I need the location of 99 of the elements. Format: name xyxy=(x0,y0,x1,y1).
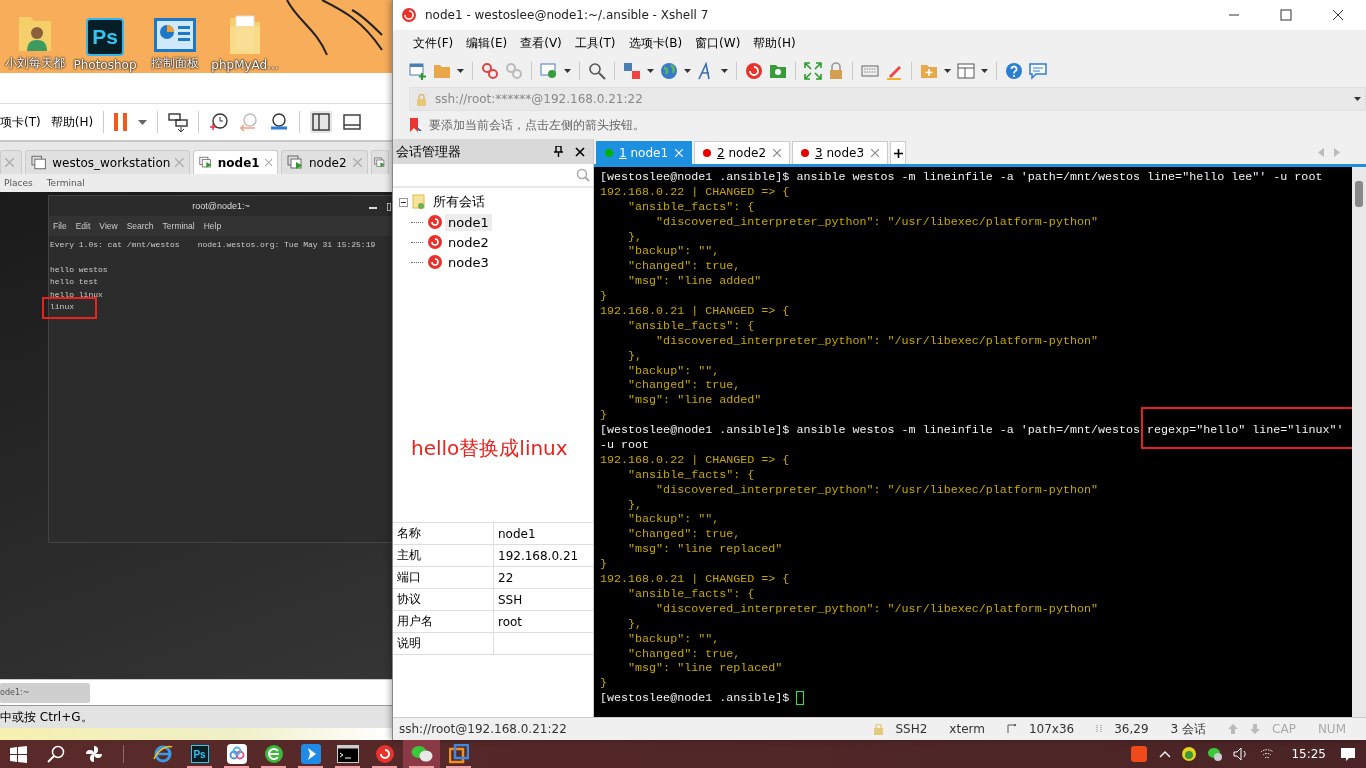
output-line: "ansible_facts": { xyxy=(627,467,755,482)
terminal-menu-item[interactable]: View xyxy=(99,221,118,231)
property-name: 名称 xyxy=(393,523,494,544)
output-line: 192.168.0.22 | CHANGED => { xyxy=(600,184,790,199)
output-line: }, xyxy=(627,348,643,363)
hint-text: 要添加当前会话，点击左侧的箭头按钮。 xyxy=(429,116,645,134)
menu-item[interactable]: 项卡(T) xyxy=(0,113,41,131)
property-value: 22 xyxy=(497,569,515,587)
output-line: } xyxy=(600,676,607,691)
taskbar-app[interactable]: Ps xyxy=(181,740,218,768)
output-line: "changed": true, xyxy=(627,378,741,393)
output-line: }, xyxy=(627,616,643,631)
output-line: "backup": "", xyxy=(627,244,720,259)
menu-item[interactable]: 工具(T) xyxy=(574,35,616,52)
output-line: "msg": "line added" xyxy=(627,393,762,408)
menu-item[interactable]: 帮助(H) xyxy=(50,113,94,131)
session-tab[interactable]: 2 node2 xyxy=(694,141,790,164)
output-line: "backup": "", xyxy=(627,363,720,378)
property-name: 协议 xyxy=(393,589,494,610)
menu-item[interactable]: 编辑(E) xyxy=(466,35,508,52)
tree-item[interactable]: node2 xyxy=(445,233,492,251)
output-line: "discovered_interpreter_python": "/usr/libexec/platform-python" xyxy=(655,601,1098,616)
output-line: "backup": "", xyxy=(627,512,720,527)
menu-item[interactable]: 窗口(W) xyxy=(695,35,741,52)
prompt-line: [westoslee@node1 .ansible]$ xyxy=(600,691,791,706)
status-num: NUM xyxy=(1317,722,1346,736)
output-line: hello linux xyxy=(50,289,103,299)
output-line: 192.168.0.21 | CHANGED => { xyxy=(600,572,790,587)
output-line: "ansible_facts": { xyxy=(627,586,755,601)
output-line: "ansible_facts": { xyxy=(627,318,755,333)
property-name: 用户名 xyxy=(393,611,494,632)
tree-item[interactable]: 所有会话 xyxy=(430,192,488,212)
menu-item[interactable]: 选项卡(B) xyxy=(628,35,683,52)
photoshop-icon[interactable]: Ps xyxy=(86,18,124,56)
status-terminal-type: xterm xyxy=(949,722,985,736)
output-line: }, xyxy=(627,229,643,244)
console-tab[interactable]: ode1:~ xyxy=(0,682,90,703)
output-line: "msg": "line replaced" xyxy=(627,661,783,676)
status-sessions: 3 会话 xyxy=(1170,720,1207,738)
command-line: [westoslee@node1 .ansible]$ ansible westos -m lineinfile -a 'path=/mnt/westos line="hello lee"' -u root xyxy=(600,170,1323,184)
property-value: SSH xyxy=(497,591,524,609)
output-line: "changed": true, xyxy=(627,259,741,274)
watch-host-time: node1.westos.org: Tue May 31 15:25:19 xyxy=(197,239,376,251)
output-line: hello test xyxy=(50,277,98,286)
menu-item[interactable]: 帮助(H) xyxy=(753,35,796,52)
output-line: "ansible_facts": { xyxy=(627,199,755,214)
output-line: "msg": "line replaced" xyxy=(627,542,783,557)
output-line: "discovered_interpreter_python": "/usr/libexec/platform-python" xyxy=(655,482,1098,497)
clock[interactable]: 15:25 xyxy=(1291,747,1326,761)
terminal-window-title: root@node1:~ xyxy=(192,201,250,211)
annotation-text: hello替换成linux xyxy=(411,435,569,462)
property-value: 192.168.0.21 xyxy=(497,547,580,565)
output-line: "backup": "", xyxy=(627,631,720,646)
property-name: 端口 xyxy=(393,567,494,588)
terminal-menu-item[interactable]: Help xyxy=(203,221,222,231)
property-name: 说明 xyxy=(393,633,494,654)
output-line: } xyxy=(600,557,607,572)
status-message: 中或按 Ctrl+G。 xyxy=(0,708,93,726)
session-tab[interactable]: 3 node3 xyxy=(792,141,888,164)
property-name: 主机 xyxy=(393,545,494,566)
status-protocol: SSH2 xyxy=(895,722,928,736)
output-line: "discovered_interpreter_python": "/usr/libexec/platform-python" xyxy=(655,214,1098,229)
photoshop-icon: Ps xyxy=(190,745,209,763)
menu-item[interactable]: 查看(V) xyxy=(520,35,562,52)
property-value: root xyxy=(497,613,524,631)
terminal-menu-item[interactable]: Edit xyxy=(75,221,91,231)
status-cursor: 36,29 xyxy=(1114,722,1149,736)
gnome-menu-item[interactable]: Places xyxy=(4,178,33,188)
command-line: -u root xyxy=(600,438,650,453)
status-address: ssh://root@192.168.0.21:22 xyxy=(399,722,567,736)
property-value: node1 xyxy=(497,525,537,543)
vm-tab[interactable]: westos_workstation xyxy=(25,150,190,174)
output-line: } xyxy=(600,289,607,304)
menu-item[interactable]: 文件(F) xyxy=(413,35,454,52)
gnome-menu-item[interactable]: Terminal xyxy=(46,178,85,188)
output-line: } xyxy=(600,408,607,423)
output-line: "msg": "line added" xyxy=(627,274,762,289)
tree-item[interactable]: node1 xyxy=(445,213,492,231)
status-size: 107x36 xyxy=(1028,722,1075,736)
watch-command: Every 1.0s: cat /mnt/westos xyxy=(50,239,180,251)
vm-tab[interactable]: node2 xyxy=(281,150,368,174)
output-line: "changed": true, xyxy=(627,527,741,542)
panel-title: 会话管理器 xyxy=(396,142,462,161)
output-line: }, xyxy=(627,497,643,512)
output-line: hello westos xyxy=(50,264,108,274)
vm-tab[interactable]: node1 xyxy=(193,150,278,174)
output-line: "discovered_interpreter_python": "/usr/libexec/platform-python" xyxy=(655,333,1098,348)
tree-item[interactable]: node3 xyxy=(445,253,492,271)
highlighted-text: regexp="hello" line="linux"' xyxy=(1147,423,1344,438)
terminal-menu-item[interactable]: Search xyxy=(126,221,154,231)
output-line: 192.168.0.21 | CHANGED => { xyxy=(600,304,790,318)
output-line: linux xyxy=(50,302,74,311)
output-line: 192.168.0.22 | CHANGED => { xyxy=(600,452,790,467)
command-line: [westoslee@node1 .ansible]$ ansible westos -m lineinfile -a 'path=/mnt/westos xyxy=(600,423,1142,438)
window-title: node1 - westoslee@node1:~/.ansible - Xshell 7 xyxy=(425,8,710,22)
output-line: "changed": true, xyxy=(627,646,741,661)
terminal-menu-item[interactable]: Terminal xyxy=(162,221,195,231)
terminal-menu-item[interactable]: File xyxy=(53,221,67,231)
status-caps: CAP xyxy=(1272,722,1296,736)
